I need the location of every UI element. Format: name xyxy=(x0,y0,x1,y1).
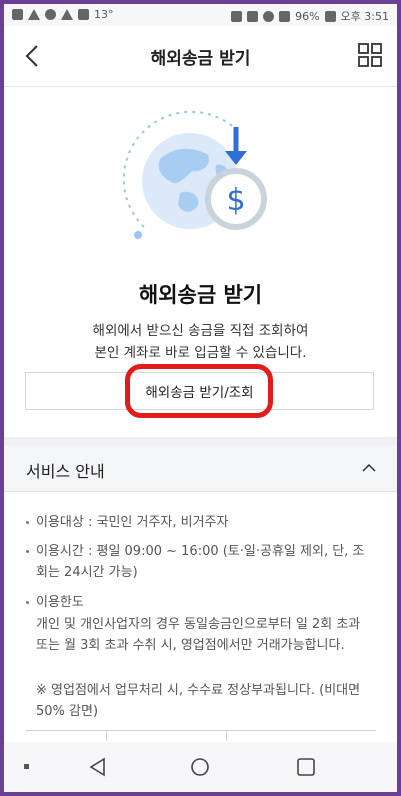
hero-description-line2: 본인 계좌로 바로 입금할 수 있습니다. xyxy=(94,345,307,361)
battery-icon xyxy=(324,10,336,22)
triangle-back-icon xyxy=(89,757,105,777)
hero-title: 해외송금 받기 xyxy=(138,283,263,307)
play-icon xyxy=(78,9,89,20)
nav-home-button[interactable] xyxy=(188,755,212,779)
service-item-target: 이용대상 : 국민인 거주자, 비거주자 xyxy=(26,512,376,533)
bullet xyxy=(26,550,29,553)
wifi-icon xyxy=(263,10,275,22)
phone-screen: 13° 96% 오후 3:51 해외송금 받기 $ 해외송금 받기 해외에서 받… xyxy=(4,4,397,792)
status-bar: 13° 96% 오후 3:51 xyxy=(4,4,397,26)
chevron-up-icon xyxy=(362,463,376,472)
globe-dollar-icon: $ xyxy=(122,110,267,239)
service-item-hours: 이용시간 : 평일 09:00 ~ 16:00 (토·일·공휴일 제외, 단, … xyxy=(26,541,376,583)
table-top-border xyxy=(26,730,376,741)
service-item-text: 개인 및 개인사업자의 경우 동일송금인으로부터 일 2회 초과 또는 월 3회… xyxy=(36,617,361,653)
circle-home-icon xyxy=(191,758,209,776)
service-item-text: 이용대상 : 국민인 거주자, 비거주자 xyxy=(36,515,229,530)
clock: 오후 3:51 xyxy=(340,10,389,23)
bullet xyxy=(26,521,29,524)
section-divider xyxy=(4,437,397,445)
hero-section: $ 해외송금 받기 해외에서 받으신 송금을 직접 조회하여 본인 계좌로 바로… xyxy=(4,87,397,437)
nav-dot-button[interactable] xyxy=(24,764,29,769)
bullet xyxy=(26,601,29,604)
signal-icon xyxy=(279,10,291,22)
vibrate-icon xyxy=(247,10,259,22)
service-item-text: ※ 영업점에서 업무처리 시, 수수료 정상부과됩니다. (비대면 50% 감면… xyxy=(36,683,361,719)
grid-menu-icon xyxy=(358,43,382,67)
service-item-limit-detail: 개인 및 개인사업자의 경우 동일송금인으로부터 일 2회 초과 또는 월 3회… xyxy=(26,614,376,656)
square-recents-icon xyxy=(297,758,315,776)
nav-recents-button[interactable] xyxy=(294,755,318,779)
hero-description: 해외에서 받으신 송금을 직접 조회하여 본인 계좌로 바로 입금할 수 있습니… xyxy=(4,320,397,364)
hero-description-line1: 해외에서 받으신 송금을 직접 조회하여 xyxy=(92,323,309,339)
temperature: 13° xyxy=(94,8,114,21)
service-item-fee-note: ※ 영업점에서 업무처리 시, 수수료 정상부과됩니다. (비대면 50% 감면… xyxy=(26,680,376,722)
service-item-text: 이용시간 : 평일 09:00 ~ 16:00 (토·일·공휴일 제외, 단, … xyxy=(36,544,365,580)
nfc-icon xyxy=(231,10,243,22)
alert-icon xyxy=(61,9,73,20)
nav-back-button[interactable] xyxy=(86,755,110,779)
gallery-icon xyxy=(12,9,23,20)
menu-button[interactable] xyxy=(357,42,383,68)
page-title: 해외송금 받기 xyxy=(150,49,251,69)
app-header: 해외송금 받기 xyxy=(4,26,397,87)
service-info-title: 서비스 안내 xyxy=(26,462,105,481)
service-item-text: 이용한도 xyxy=(36,595,84,610)
warning-icon xyxy=(28,9,40,20)
vpn-icon xyxy=(45,9,56,20)
receive-inquiry-button[interactable]: 해외송금 받기/조회 xyxy=(25,372,374,410)
android-navigation-bar xyxy=(4,742,397,792)
service-item-limit: 이용한도 xyxy=(26,592,376,613)
service-info-header[interactable]: 서비스 안내 xyxy=(4,445,397,492)
battery-level: 96% xyxy=(295,9,320,23)
svg-text:$: $ xyxy=(226,183,245,218)
